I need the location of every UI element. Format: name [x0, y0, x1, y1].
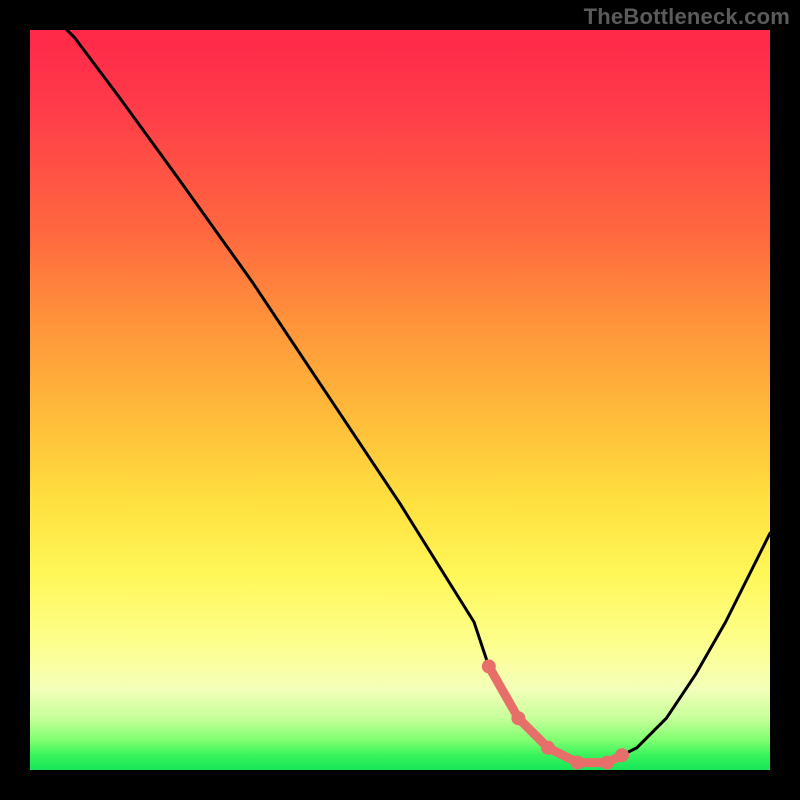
optimal-dot — [571, 756, 585, 770]
optimal-dot — [511, 711, 525, 725]
optimal-range-curve — [489, 666, 622, 762]
optimal-dot — [615, 748, 629, 762]
optimal-dot — [482, 659, 496, 673]
optimal-dot — [600, 756, 614, 770]
bottleneck-curve — [30, 30, 770, 763]
curve-svg — [30, 30, 770, 770]
optimal-dot — [541, 741, 555, 755]
plot-area — [30, 30, 770, 770]
chart-frame: TheBottleneck.com — [0, 0, 800, 800]
watermark-text: TheBottleneck.com — [584, 4, 790, 30]
